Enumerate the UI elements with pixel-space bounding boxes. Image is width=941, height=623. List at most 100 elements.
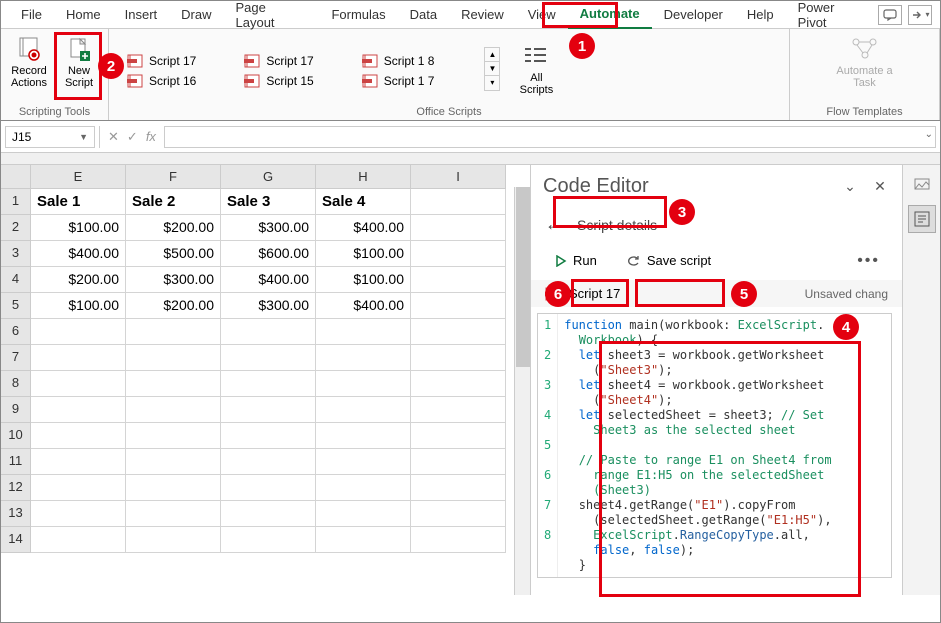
row-header[interactable]: 5 [1,293,31,319]
cell[interactable] [221,423,316,449]
cell[interactable] [411,215,506,241]
close-icon[interactable]: ✕ [870,177,890,197]
script-item[interactable]: Script 1 8 [358,52,439,70]
chevron-down-icon[interactable]: ▼ [79,132,88,142]
name-box[interactable]: J15 ▼ [5,126,95,148]
row-header[interactable]: 13 [1,501,31,527]
cell[interactable]: Sale 4 [316,189,411,215]
cell[interactable]: $400.00 [316,215,411,241]
gallery-up-icon[interactable]: ▲ [485,48,499,62]
cell[interactable] [411,475,506,501]
cell[interactable] [221,371,316,397]
confirm-icon[interactable]: ✓ [127,129,138,145]
cell[interactable] [126,319,221,345]
cell[interactable] [126,371,221,397]
cell[interactable]: $300.00 [221,293,316,319]
cell[interactable] [31,449,126,475]
tab-developer[interactable]: Developer [652,1,735,28]
cell[interactable] [31,371,126,397]
cell[interactable] [126,449,221,475]
cell[interactable]: $100.00 [316,267,411,293]
chevron-down-icon[interactable]: ⌄ [840,177,860,197]
script-item[interactable]: Script 17 [240,52,317,70]
cell[interactable] [316,371,411,397]
cell[interactable] [316,423,411,449]
cell[interactable]: Sale 2 [126,189,221,215]
cell[interactable] [126,345,221,371]
cell[interactable] [31,527,126,553]
gallery-more-icon[interactable]: ▾ [485,76,499,90]
script-item[interactable]: Script 1 7 [358,72,439,90]
fx-icon[interactable]: fx [146,129,156,144]
cell[interactable] [316,345,411,371]
more-options-button[interactable]: ••• [857,252,888,270]
col-header[interactable]: G [221,165,316,189]
cell[interactable] [316,449,411,475]
cell[interactable]: $200.00 [126,293,221,319]
tab-insert[interactable]: Insert [113,1,170,28]
cell[interactable] [221,501,316,527]
tab-formulas[interactable]: Formulas [319,1,397,28]
comments-icon[interactable] [878,5,902,25]
cell[interactable] [316,397,411,423]
cell[interactable]: $400.00 [316,293,411,319]
cell[interactable] [126,527,221,553]
script-item[interactable]: Script 16 [123,72,200,90]
cell[interactable]: $400.00 [31,241,126,267]
col-header[interactable]: H [316,165,411,189]
tab-review[interactable]: Review [449,1,516,28]
spreadsheet[interactable]: EFGHI1Sale 1Sale 2Sale 3Sale 42$100.00$2… [1,165,531,595]
cell[interactable] [316,319,411,345]
script-item[interactable]: Script 17 [123,52,200,70]
cell[interactable] [31,345,126,371]
cell[interactable]: $100.00 [316,241,411,267]
cell[interactable] [126,423,221,449]
share-icon[interactable]: ▾ [908,5,932,25]
cell[interactable] [411,241,506,267]
cell[interactable] [221,449,316,475]
col-header[interactable]: I [411,165,506,189]
cancel-icon[interactable]: ✕ [108,129,119,145]
tab-file[interactable]: File [9,1,54,28]
cell[interactable] [411,449,506,475]
row-header[interactable]: 7 [1,345,31,371]
cell[interactable] [411,397,506,423]
col-header[interactable]: E [31,165,126,189]
row-header[interactable]: 11 [1,449,31,475]
gallery-down-icon[interactable]: ▼ [485,62,499,76]
row-header[interactable]: 10 [1,423,31,449]
row-header[interactable]: 8 [1,371,31,397]
tab-automate[interactable]: Automate [568,0,652,29]
row-header[interactable]: 14 [1,527,31,553]
cell[interactable] [221,319,316,345]
cell[interactable]: $400.00 [221,267,316,293]
all-scripts-button[interactable]: All Scripts [514,40,558,98]
cell[interactable] [411,319,506,345]
row-header[interactable]: 12 [1,475,31,501]
tab-draw[interactable]: Draw [169,1,223,28]
tab-data[interactable]: Data [398,1,449,28]
cell[interactable]: $100.00 [31,215,126,241]
cell[interactable]: $500.00 [126,241,221,267]
new-script-button[interactable]: New Script [57,33,101,91]
cell[interactable] [316,475,411,501]
cell[interactable] [221,345,316,371]
cell[interactable] [316,527,411,553]
cell[interactable] [411,371,506,397]
cell[interactable] [411,527,506,553]
editor-rail-icon[interactable] [908,205,936,233]
cell[interactable]: Sale 3 [221,189,316,215]
row-header[interactable]: 6 [1,319,31,345]
record-actions-button[interactable]: Record Actions [7,33,51,91]
cell[interactable] [316,501,411,527]
col-header[interactable]: F [126,165,221,189]
cell[interactable] [221,397,316,423]
cell[interactable] [411,293,506,319]
vertical-scrollbar[interactable] [514,187,530,595]
formula-input[interactable]: ⌄ [164,126,936,148]
cell[interactable]: $200.00 [126,215,221,241]
cell[interactable] [31,423,126,449]
run-button[interactable]: Run [545,249,607,272]
row-header[interactable]: 2 [1,215,31,241]
row-header[interactable]: 4 [1,267,31,293]
